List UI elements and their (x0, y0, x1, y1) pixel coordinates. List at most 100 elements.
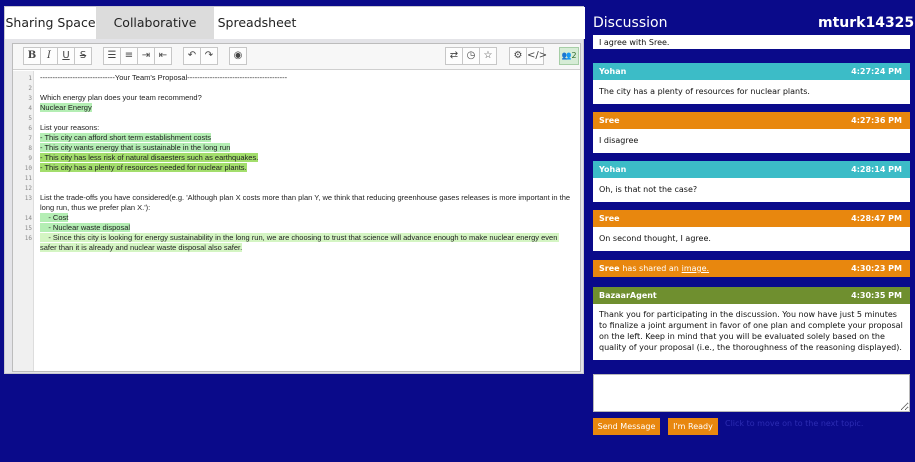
bold-button[interactable]: B (23, 47, 41, 65)
line-number: 15 (24, 225, 32, 232)
message-header: BazaarAgent 4:30:35 PM (593, 287, 910, 304)
tab-collaborative-notes[interactable]: Collaborative Notes (96, 7, 214, 62)
message-header: Sree 4:28:47 PM (593, 210, 910, 227)
message-input[interactable] (593, 374, 910, 412)
line-number: 9 (28, 155, 32, 162)
clock-icon: ◷ (466, 50, 476, 61)
line-number: 14 (24, 215, 32, 222)
highlighted-text: - This city has less risk of natural dis… (40, 153, 259, 162)
message-header: Sree 4:27:36 PM (593, 112, 910, 129)
collaborative-editor: B I U S ☰ ≡ ⇥ ⇤ ↶ ↷ ◉ ⇄ ◷ ☆ ⚙ </> 👥2 1 2… (12, 43, 581, 372)
editor-line: Which energy plan does your team recomme… (40, 93, 202, 102)
message-author: Sree (599, 116, 620, 125)
message-author: Sree has shared an image. (599, 264, 709, 273)
message-header: Yohan 4:27:24 PM (593, 63, 910, 80)
clear-authorship-button[interactable]: ◉ (229, 47, 247, 65)
editor-content[interactable]: ------------------------------Your Team'… (40, 71, 578, 371)
redo-icon: ↷ (204, 50, 214, 61)
timeslider-button[interactable]: ◷ (462, 47, 480, 65)
send-message-button[interactable]: Send Message (593, 418, 660, 435)
outdent-button[interactable]: ⇤ (154, 47, 172, 65)
highlighted-text: - Since this city is looking for energy … (40, 233, 560, 252)
username: mturk1432523 (818, 15, 915, 31)
message-time: 4:28:14 PM (851, 165, 902, 174)
message-body: Thank you for participating in the discu… (593, 304, 910, 360)
message-body: On second thought, I agree. (593, 227, 910, 251)
ready-hint: Click to move on to the next topic. (725, 419, 864, 428)
notes-panel: Sharing Space Collaborative Notes Spread… (4, 6, 585, 374)
star-button[interactable]: ☆ (479, 47, 497, 65)
editor-line: - Cost (40, 213, 69, 223)
users-button[interactable]: 👥2 (559, 47, 579, 65)
swap-arrows-icon: ⇄ (449, 50, 459, 61)
message-time: 4:28:47 PM (851, 214, 902, 223)
redo-button[interactable]: ↷ (200, 47, 218, 65)
shared-image-link[interactable]: image. (682, 264, 709, 273)
share-text: has shared an (622, 264, 679, 273)
message-header: Sree has shared an image. 4:30:23 PM (593, 260, 910, 277)
highlighted-text: - This city has a plenty of resources ne… (40, 163, 247, 172)
line-number: 13 (24, 195, 32, 202)
line-number: 2 (28, 85, 32, 92)
editor-line: - Since this city is looking for energy … (40, 233, 574, 253)
strikethrough-button[interactable]: S (74, 47, 92, 65)
highlighted-text: Nuclear Energy (40, 103, 92, 112)
highlighted-text: - Cost (40, 213, 69, 222)
line-number: 10 (24, 165, 32, 172)
undo-icon: ↶ (187, 50, 197, 61)
highlighted-text: - This city wants energy that is sustain… (40, 143, 231, 152)
code-icon: </> (527, 50, 548, 61)
line-number: 12 (24, 185, 32, 192)
ordered-list-button[interactable]: ☰ (103, 47, 121, 65)
editor-line: - This city has a plenty of resources ne… (40, 163, 247, 173)
message-author: Sree (599, 214, 620, 223)
line-number-gutter: 1 2 3 4 5 6 7 8 9 10 11 12 13 14 15 16 (13, 71, 34, 371)
editor-toolbar: B I U S ☰ ≡ ⇥ ⇤ ↶ ↷ ◉ ⇄ ◷ ☆ ⚙ </> 👥2 (13, 44, 580, 70)
chat-messages[interactable]: I agree with Sree. Yohan 4:27:24 PM The … (593, 35, 910, 365)
embed-button[interactable]: </> (526, 47, 548, 65)
message-time: 4:27:24 PM (851, 67, 902, 76)
italic-button[interactable]: I (40, 47, 58, 65)
import-export-button[interactable]: ⇄ (445, 47, 463, 65)
settings-button[interactable]: ⚙ (509, 47, 527, 65)
users-icon: 👥 (561, 51, 572, 60)
highlighted-text: - Nuclear waste disposal (40, 223, 131, 232)
underline-button[interactable]: U (57, 47, 75, 65)
line-number: 16 (24, 235, 32, 242)
line-number: 5 (28, 115, 32, 122)
line-number: 8 (28, 145, 32, 152)
eye-icon: ◉ (233, 50, 243, 61)
undo-button[interactable]: ↶ (183, 47, 201, 65)
ready-button[interactable]: I'm Ready (668, 418, 718, 435)
message-time: 4:30:35 PM (851, 291, 902, 300)
share-author: Sree (599, 264, 620, 273)
gear-icon: ⚙ (513, 50, 523, 61)
line-number: 4 (28, 105, 32, 112)
editor-line: ------------------------------Your Team'… (40, 73, 288, 82)
outdent-icon: ⇤ (158, 50, 168, 61)
editor-line: - Nuclear waste disposal (40, 223, 131, 233)
tab-sharing-space[interactable]: Sharing Space (5, 7, 96, 39)
editor-line: Nuclear Energy (40, 103, 92, 113)
unordered-list-icon: ≡ (124, 50, 134, 61)
unordered-list-button[interactable]: ≡ (120, 47, 138, 65)
message-body: I agree with Sree. (593, 35, 910, 49)
message-body: I disagree (593, 129, 910, 153)
message-header: Yohan 4:28:14 PM (593, 161, 910, 178)
line-number: 3 (28, 95, 32, 102)
ordered-list-icon: ☰ (107, 50, 117, 61)
user-count: 2 (571, 51, 577, 60)
message-time: 4:30:23 PM (851, 264, 902, 273)
message-body: The city has a plenty of resources for n… (593, 80, 910, 104)
star-icon: ☆ (483, 50, 493, 61)
tab-spreadsheet[interactable]: Spreadsheet (214, 7, 300, 39)
message-time: 4:27:36 PM (851, 116, 902, 125)
editor-line: List the trade-offs you have considered(… (40, 193, 571, 212)
highlighted-text: - This city can afford short term establ… (40, 133, 212, 142)
editor-line: - This city wants energy that is sustain… (40, 143, 231, 153)
line-number: 6 (28, 125, 32, 132)
message-author: Yohan (599, 67, 627, 76)
message-author: BazaarAgent (599, 291, 657, 300)
tab-bar: Sharing Space Collaborative Notes Spread… (5, 7, 585, 62)
indent-button[interactable]: ⇥ (137, 47, 155, 65)
